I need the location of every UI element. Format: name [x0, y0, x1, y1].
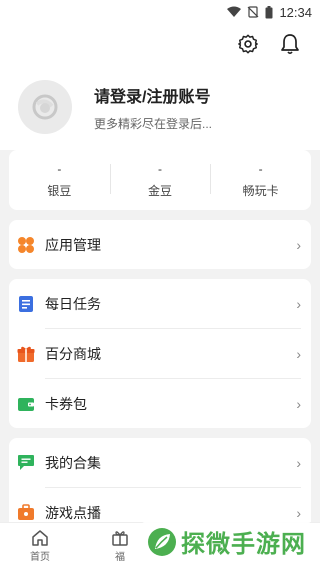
gift-icon — [17, 345, 35, 363]
status-bar: 12:34 — [0, 0, 320, 24]
bell-icon — [281, 34, 299, 55]
site-watermark: 探微手游网 — [141, 522, 312, 561]
notifications-button[interactable] — [278, 32, 302, 56]
login-prompt[interactable]: 请登录/注册账号 — [94, 83, 212, 107]
app-grid-icon — [17, 236, 35, 254]
avatar[interactable] — [18, 80, 72, 134]
chevron-right-icon: › — [296, 454, 301, 471]
watermark-text: 探微手游网 — [181, 531, 306, 558]
stat-value: - — [158, 161, 162, 176]
chevron-right-icon: › — [296, 345, 301, 362]
nav-item-label: 首页 — [30, 552, 50, 563]
stat-value: - — [258, 161, 263, 176]
menu-item-label: 每日任务 — [45, 295, 101, 312]
stat-label: 金豆 — [148, 183, 173, 198]
menu-item-daily-tasks[interactable]: 每日任务 › — [9, 279, 311, 328]
login-subtitle: 更多精彩尽在登录后... — [94, 116, 213, 131]
stat-label: 畅玩卡 — [242, 183, 279, 198]
chat-icon — [17, 454, 35, 472]
menu-item-label: 我的合集 — [45, 454, 101, 471]
stat-label: 银豆 — [47, 183, 72, 198]
wallet-stats: - 银豆 - 金豆 - 畅玩卡 — [9, 150, 311, 210]
gift-icon — [112, 531, 128, 546]
menu-item-label: 卡券包 — [45, 395, 87, 412]
chevron-right-icon: › — [296, 504, 301, 521]
nav-item-label: 福 — [115, 552, 125, 563]
wallet-icon — [17, 395, 35, 413]
briefcase-icon — [17, 504, 35, 522]
home-icon — [32, 530, 48, 546]
menu-item-label: 应用管理 — [45, 236, 101, 253]
menu-item-app-management[interactable]: 应用管理 › — [9, 220, 311, 269]
app-management-card: 应用管理 › — [9, 220, 311, 269]
chevron-right-icon: › — [296, 295, 301, 312]
no-sim-icon — [248, 6, 259, 18]
gear-icon — [238, 34, 258, 54]
status-time: 12:34 — [279, 4, 312, 20]
nav-item-home[interactable]: 首页 — [0, 523, 80, 569]
leaf-logo-icon — [148, 527, 176, 556]
menu-item-my-collection[interactable]: 我的合集 › — [9, 438, 311, 487]
stat-value: - — [57, 161, 62, 176]
stat-gold-beans[interactable]: - 金豆 — [109, 161, 211, 199]
menu-item-coupons[interactable]: 卡券包 › — [9, 379, 311, 428]
settings-button[interactable] — [236, 32, 260, 56]
profile-header[interactable]: 请登录/注册账号 更多精彩尽在登录后... — [0, 64, 320, 150]
menu-item-label: 百分商城 — [45, 345, 101, 362]
clipboard-icon — [17, 295, 35, 313]
battery-icon — [265, 5, 273, 18]
top-toolbar — [0, 24, 320, 64]
wifi-icon — [227, 6, 242, 17]
menu-item-label: 游戏点播 — [45, 504, 101, 521]
stat-silver-beans[interactable]: - 银豆 — [9, 162, 110, 199]
default-avatar-icon — [32, 94, 58, 120]
chevron-right-icon: › — [296, 395, 301, 412]
services-card: 每日任务 › 百分商城 › 卡券包 › — [9, 279, 311, 428]
menu-item-mall[interactable]: 百分商城 › — [9, 329, 311, 378]
chevron-right-icon: › — [296, 236, 301, 253]
stat-play-card[interactable]: - 畅玩卡 — [210, 162, 311, 199]
